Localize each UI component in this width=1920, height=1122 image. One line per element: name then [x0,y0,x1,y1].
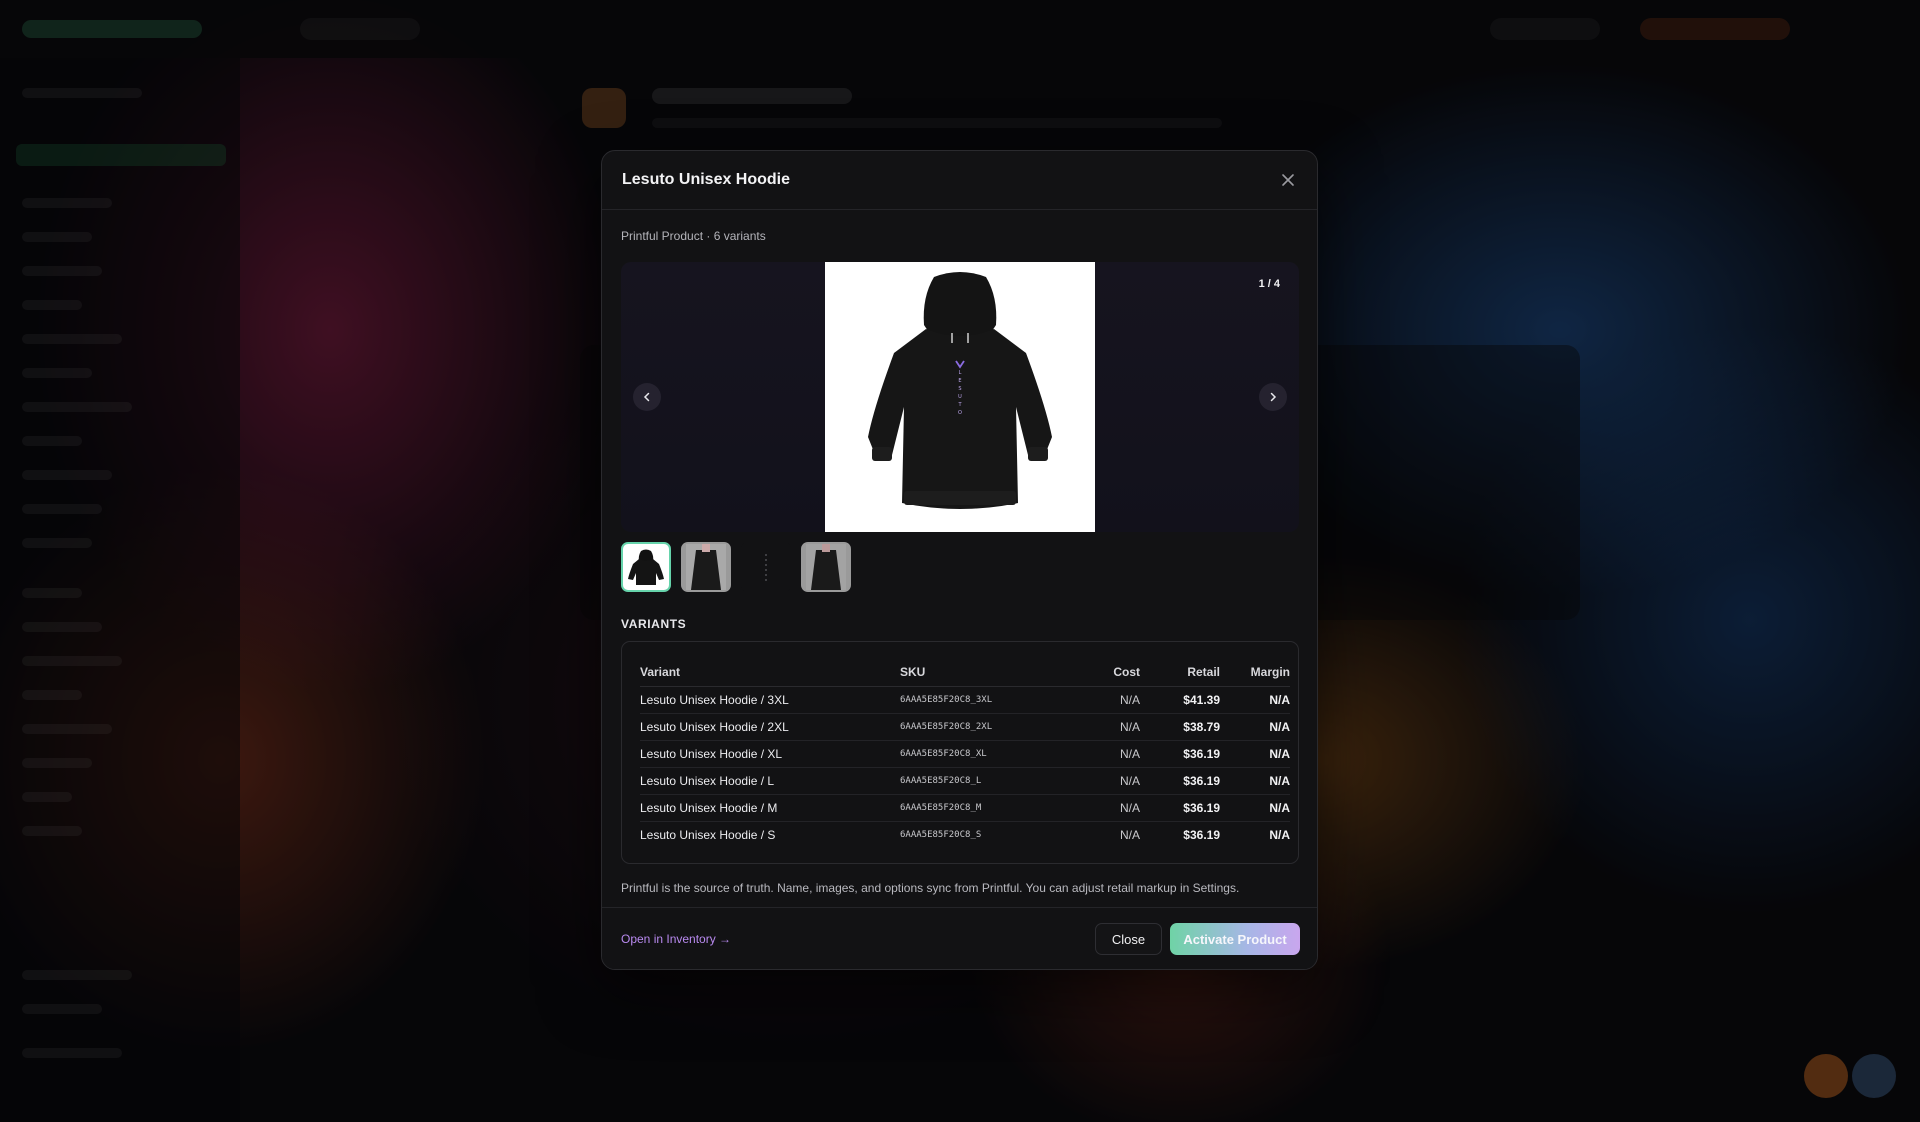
variant-retail: $36.19 [1140,767,1220,795]
variant-cost: N/A [1060,767,1140,795]
variant-cost: N/A [1060,713,1140,741]
variant-margin: N/A [1220,686,1290,714]
table-row: Lesuto Unisex Hoodie / L 6AAA5E85F20C8_L… [640,767,1290,795]
column-header-sku: SKU [900,659,1060,687]
variant-cost: N/A [1060,686,1140,714]
variant-retail: $38.79 [1140,713,1220,741]
variant-name: Lesuto Unisex Hoodie / 3XL [640,686,900,714]
thumbnail-1[interactable] [621,542,671,592]
variant-margin: N/A [1220,794,1290,822]
column-header-retail: Retail [1140,659,1220,687]
variant-name: Lesuto Unisex Hoodie / M [640,794,900,822]
image-counter: 1 / 4 [1258,278,1280,290]
close-button[interactable]: Close [1095,923,1162,955]
variant-retail: $36.19 [1140,794,1220,822]
variant-margin: N/A [1220,767,1290,795]
variants-table-container: Variant SKU Cost Retail Margin Lesuto Un… [621,641,1299,864]
modal-title: Lesuto Unisex Hoodie [622,171,791,188]
variants-table: Variant SKU Cost Retail Margin Lesuto Un… [640,659,1290,848]
variant-sku: 6AAA5E85F20C8_2XL [900,713,1060,741]
variant-sku: 6AAA5E85F20C8_XL [900,740,1060,768]
variant-margin: N/A [1220,740,1290,768]
column-header-variant: Variant [640,659,900,687]
variant-sku: 6AAA5E85F20C8_L [900,767,1060,795]
thumbnail-4[interactable] [801,542,851,592]
product-subtitle: Printful Product · 6 variants [621,229,766,243]
modal-body: Printful Product · 6 variants L E S U T … [602,229,1317,895]
product-modal: Lesuto Unisex Hoodie Printful Product · … [601,150,1318,970]
sync-footnote: Printful is the source of truth. Name, i… [621,881,1240,895]
activate-product-button[interactable]: Activate Product [1170,923,1300,955]
chevron-left-icon [643,392,650,402]
variant-name: Lesuto Unisex Hoodie / XL [640,740,900,768]
chevron-right-icon [1270,392,1277,402]
variant-retail: $36.19 [1140,740,1220,768]
previous-image-button[interactable] [633,383,661,411]
open-in-inventory-link[interactable]: Open in Inventory → [621,932,731,946]
variant-name: Lesuto Unisex Hoodie / S [640,827,776,842]
variant-margin: N/A [1269,827,1290,842]
next-image-button[interactable] [1259,383,1287,411]
modal-footer: Open in Inventory → Close Activate Produ… [602,907,1317,969]
modal-header: Lesuto Unisex Hoodie [602,151,1317,210]
table-row: Lesuto Unisex Hoodie / 2XL 6AAA5E85F20C8… [640,713,1290,741]
variants-heading: VARIANTS [621,617,687,631]
column-header-cost: Cost [1060,659,1140,687]
thumbnail-2[interactable] [681,542,731,592]
column-header-margin: Margin [1220,659,1290,687]
variant-cost: N/A [1060,740,1140,768]
variant-cost: N/A [1060,794,1140,822]
image-gallery: LESUTO 1 / 4 [621,262,1299,532]
variant-retail: $41.39 [1140,686,1220,714]
table-header-row: Variant SKU Cost Retail Margin [640,659,1290,687]
variant-sku: 6AAA5E85F20C8_M [900,794,1060,822]
thumbnail-strip [621,542,1298,593]
thumbnail-3[interactable] [741,542,791,592]
table-row: Lesuto Unisex Hoodie / M 6AAA5E85F20C8_M… [640,794,1290,822]
variant-margin: N/A [1220,713,1290,741]
table-row: Lesuto Unisex Hoodie / 3XL 6AAA5E85F20C8… [640,686,1290,714]
table-row: Lesuto Unisex Hoodie / S 6AAA5E85F20C8_S… [640,821,1290,848]
variant-name: Lesuto Unisex Hoodie / L [640,767,900,795]
close-icon[interactable] [1277,169,1299,191]
variant-name: Lesuto Unisex Hoodie / 2XL [640,713,900,741]
product-image: LESUTO [825,262,1095,532]
variant-sku: 6AAA5E85F20C8_3XL [900,686,1060,714]
variant-sku: 6AAA5E85F20C8_S [900,829,982,840]
variant-retail: $36.19 [1183,827,1220,842]
variant-cost: N/A [1119,827,1140,842]
table-row: Lesuto Unisex Hoodie / XL 6AAA5E85F20C8_… [640,740,1290,768]
